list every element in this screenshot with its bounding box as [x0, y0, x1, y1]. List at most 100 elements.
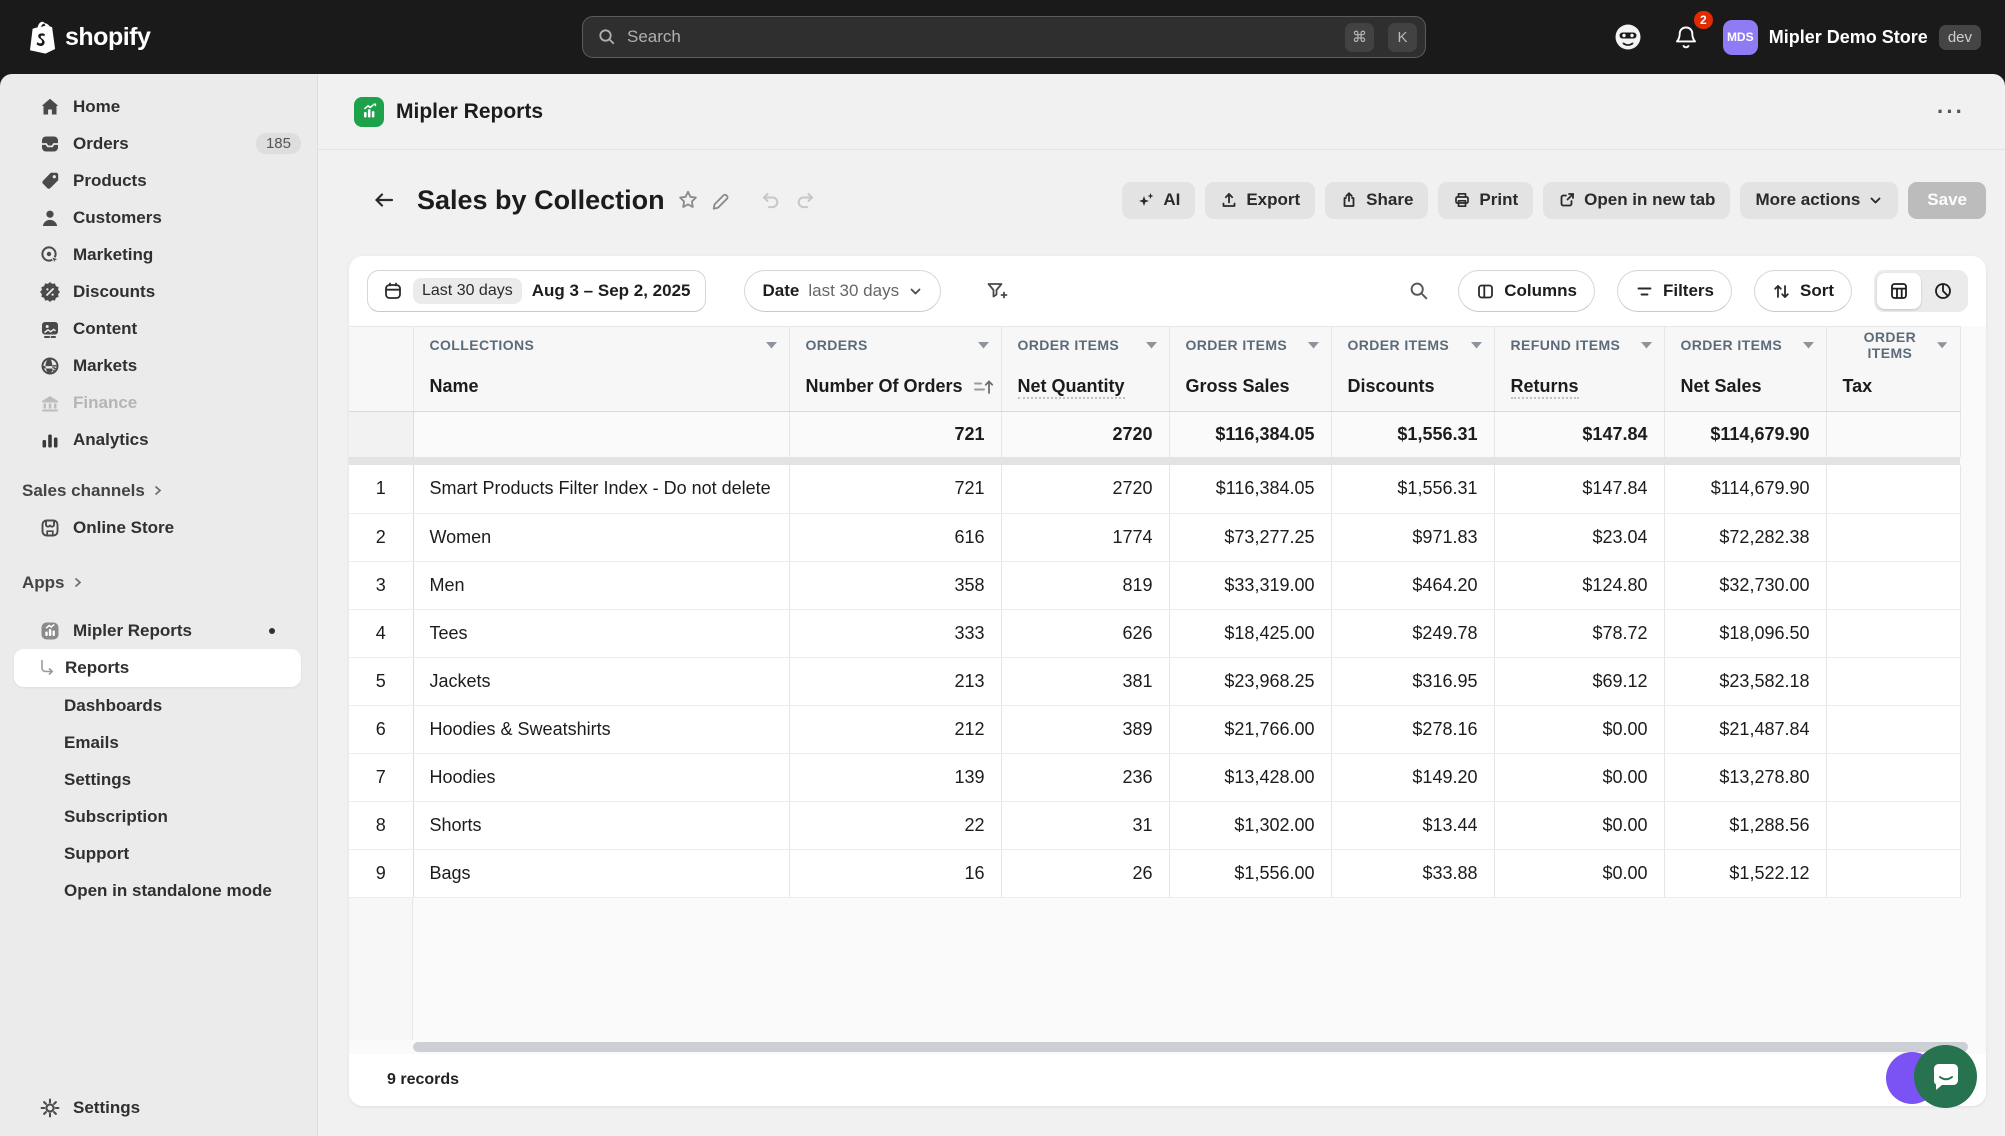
apps-header[interactable]: Apps	[0, 564, 317, 601]
columns-button[interactable]: Columns	[1458, 270, 1595, 312]
collection-name-cell[interactable]: Hoodies & Sweatshirts	[413, 705, 790, 754]
table-row[interactable]: 2 Women 616 1774 $73,277.25 $971.83 $23.…	[349, 513, 1961, 562]
column-tax[interactable]: Tax	[1826, 362, 1961, 412]
sidebar-item-marketing[interactable]: Marketing	[0, 236, 317, 273]
sidebar-item-standalone-mode[interactable]: Open in standalone mode	[0, 872, 317, 909]
group-collections[interactable]: COLLECTIONS	[413, 326, 790, 363]
global-search[interactable]: ⌘ K	[582, 16, 1426, 58]
sidebar-item-settings[interactable]: Settings	[0, 1089, 317, 1126]
table-row[interactable]: 6 Hoodies & Sweatshirts 212 389 $21,766.…	[349, 705, 1961, 754]
horizontal-scrollbar[interactable]	[349, 1040, 1986, 1054]
column-returns[interactable]: Returns	[1494, 362, 1665, 412]
scrollbar-thumb[interactable]	[413, 1042, 1968, 1052]
add-filter-icon[interactable]	[979, 274, 1015, 308]
table-row[interactable]: 3 Men 358 819 $33,319.00 $464.20 $124.80…	[349, 561, 1961, 610]
sidebar-item-emails[interactable]: Emails	[0, 724, 317, 761]
sidebar-item-subscription[interactable]: Subscription	[0, 798, 317, 835]
filters-button[interactable]: Filters	[1616, 270, 1732, 312]
table-row[interactable]: 4 Tees 333 626 $18,425.00 $249.78 $78.72…	[349, 609, 1961, 658]
sidebar-item-label: Finance	[73, 392, 138, 412]
sidebar-item-label: Open in standalone mode	[64, 880, 272, 900]
data-cell: 16	[789, 849, 1002, 898]
collection-name-cell[interactable]: Hoodies	[413, 753, 790, 802]
collection-name-cell[interactable]: Smart Products Filter Index - Do not del…	[413, 465, 790, 514]
sidebar-item-online-store[interactable]: Online Store	[0, 509, 317, 546]
data-cell: $73,277.25	[1169, 513, 1332, 562]
table-row[interactable]: 8 Shorts 22 31 $1,302.00 $13.44 $0.00 $1…	[349, 801, 1961, 850]
group-order-items-3[interactable]: ORDER ITEMS	[1331, 326, 1495, 363]
sales-channels-header[interactable]: Sales channels	[0, 472, 317, 509]
table-row[interactable]: 7 Hoodies 139 236 $13,428.00 $149.20 $0.…	[349, 753, 1961, 802]
group-order-items-1[interactable]: ORDER ITEMS	[1001, 326, 1170, 363]
sidebar-item-mipler-reports[interactable]: Mipler Reports	[0, 612, 317, 649]
column-discounts[interactable]: Discounts	[1331, 362, 1495, 412]
column-name[interactable]: Name	[413, 362, 790, 412]
column-number-of-orders[interactable]: Number Of Orders	[789, 362, 1002, 412]
image-icon	[38, 318, 62, 340]
store-menu[interactable]: MDS Mipler Demo Store dev	[1722, 19, 1981, 55]
chat-launcher-button[interactable]	[1914, 1045, 1977, 1108]
search-input[interactable]	[627, 27, 1331, 47]
share-button[interactable]: Share	[1325, 181, 1429, 219]
data-cell: $147.84	[1494, 465, 1665, 514]
sidebar-item-dashboards[interactable]: Dashboards	[0, 687, 317, 724]
table-search-icon[interactable]	[1402, 274, 1436, 308]
bank-icon	[38, 392, 62, 414]
sidebar-item-analytics[interactable]: Analytics	[0, 421, 317, 458]
table-view-toggle[interactable]	[1877, 273, 1921, 309]
export-icon	[1222, 193, 1236, 207]
table-row[interactable]: 9 Bags 16 26 $1,556.00 $33.88 $0.00 $1,5…	[349, 849, 1961, 898]
column-gross-sales[interactable]: Gross Sales	[1169, 362, 1332, 412]
date-range-button[interactable]: Last 30 days Aug 3 – Sep 2, 2025	[367, 270, 707, 312]
group-refund-items[interactable]: REFUND ITEMS	[1494, 326, 1665, 363]
sidebar-item-products[interactable]: Products	[0, 162, 317, 199]
group-orders[interactable]: ORDERS	[789, 326, 1002, 363]
store-avatar: MDS	[1722, 19, 1758, 55]
back-arrow-icon[interactable]	[367, 184, 401, 216]
group-order-items-2[interactable]: ORDER ITEMS	[1169, 326, 1332, 363]
date-dimension-dropdown[interactable]: Date last 30 days	[744, 270, 942, 312]
more-actions-button[interactable]: More actions	[1740, 181, 1899, 219]
save-button[interactable]: Save	[1908, 181, 1986, 219]
open-new-tab-button[interactable]: Open in new tab	[1543, 181, 1731, 219]
ai-button[interactable]: AI	[1122, 181, 1196, 219]
sidebar-item-label: Online Store	[73, 517, 175, 537]
print-button[interactable]: Print	[1438, 181, 1534, 219]
chart-view-toggle[interactable]	[1921, 273, 1965, 309]
sidebar-item-app-settings[interactable]: Settings	[0, 761, 317, 798]
sidebar-item-markets[interactable]: $ Markets	[0, 347, 317, 384]
group-order-items-4[interactable]: ORDER ITEMS	[1664, 326, 1827, 363]
sidebar-item-content[interactable]: Content	[0, 310, 317, 347]
overflow-menu-icon[interactable]: ···	[1937, 99, 1965, 125]
table-grid-icon	[1891, 283, 1907, 299]
home-icon	[38, 96, 62, 118]
column-net-sales[interactable]: Net Sales	[1664, 362, 1827, 412]
edit-pencil-icon[interactable]	[705, 184, 738, 217]
collection-name-cell[interactable]: Women	[413, 513, 790, 562]
table-row[interactable]: 5 Jackets 213 381 $23,968.25 $316.95 $69…	[349, 657, 1961, 706]
sidebar-item-customers[interactable]: Customers	[0, 199, 317, 236]
sidebar-item-home[interactable]: Home	[0, 88, 317, 125]
collection-name-cell[interactable]: Men	[413, 561, 790, 610]
favorite-star-icon[interactable]	[671, 183, 705, 217]
filters-label: Filters	[1662, 281, 1714, 300]
sidekick-assistant-icon[interactable]	[1607, 16, 1649, 58]
sort-button[interactable]: Sort	[1754, 270, 1852, 312]
group-order-items-5[interactable]: ORDER ITEMS	[1826, 326, 1961, 363]
sidebar-item-support[interactable]: Support	[0, 835, 317, 872]
shopify-logo[interactable]: shopify	[0, 19, 151, 55]
sidebar-item-discounts[interactable]: Discounts	[0, 273, 317, 310]
table-row[interactable]: 1 Smart Products Filter Index - Do not d…	[349, 465, 1961, 514]
column-net-quantity[interactable]: Net Quantity	[1001, 362, 1170, 412]
sidebar-item-orders[interactable]: Orders 185	[0, 125, 317, 162]
collection-name-cell[interactable]: Bags	[413, 849, 790, 898]
collection-name-cell[interactable]: Shorts	[413, 801, 790, 850]
notifications-button[interactable]: 2	[1668, 11, 1713, 56]
collection-name-cell[interactable]: Jackets	[413, 657, 790, 706]
sidebar-item-reports-active[interactable]: Reports	[14, 649, 301, 687]
export-button[interactable]: Export	[1205, 181, 1316, 219]
date-preset-chip: Last 30 days	[413, 278, 522, 304]
totals-cell: $114,679.90	[1664, 411, 1827, 457]
collection-name-cell[interactable]: Tees	[413, 609, 790, 658]
donut-chart-icon	[1935, 283, 1951, 299]
